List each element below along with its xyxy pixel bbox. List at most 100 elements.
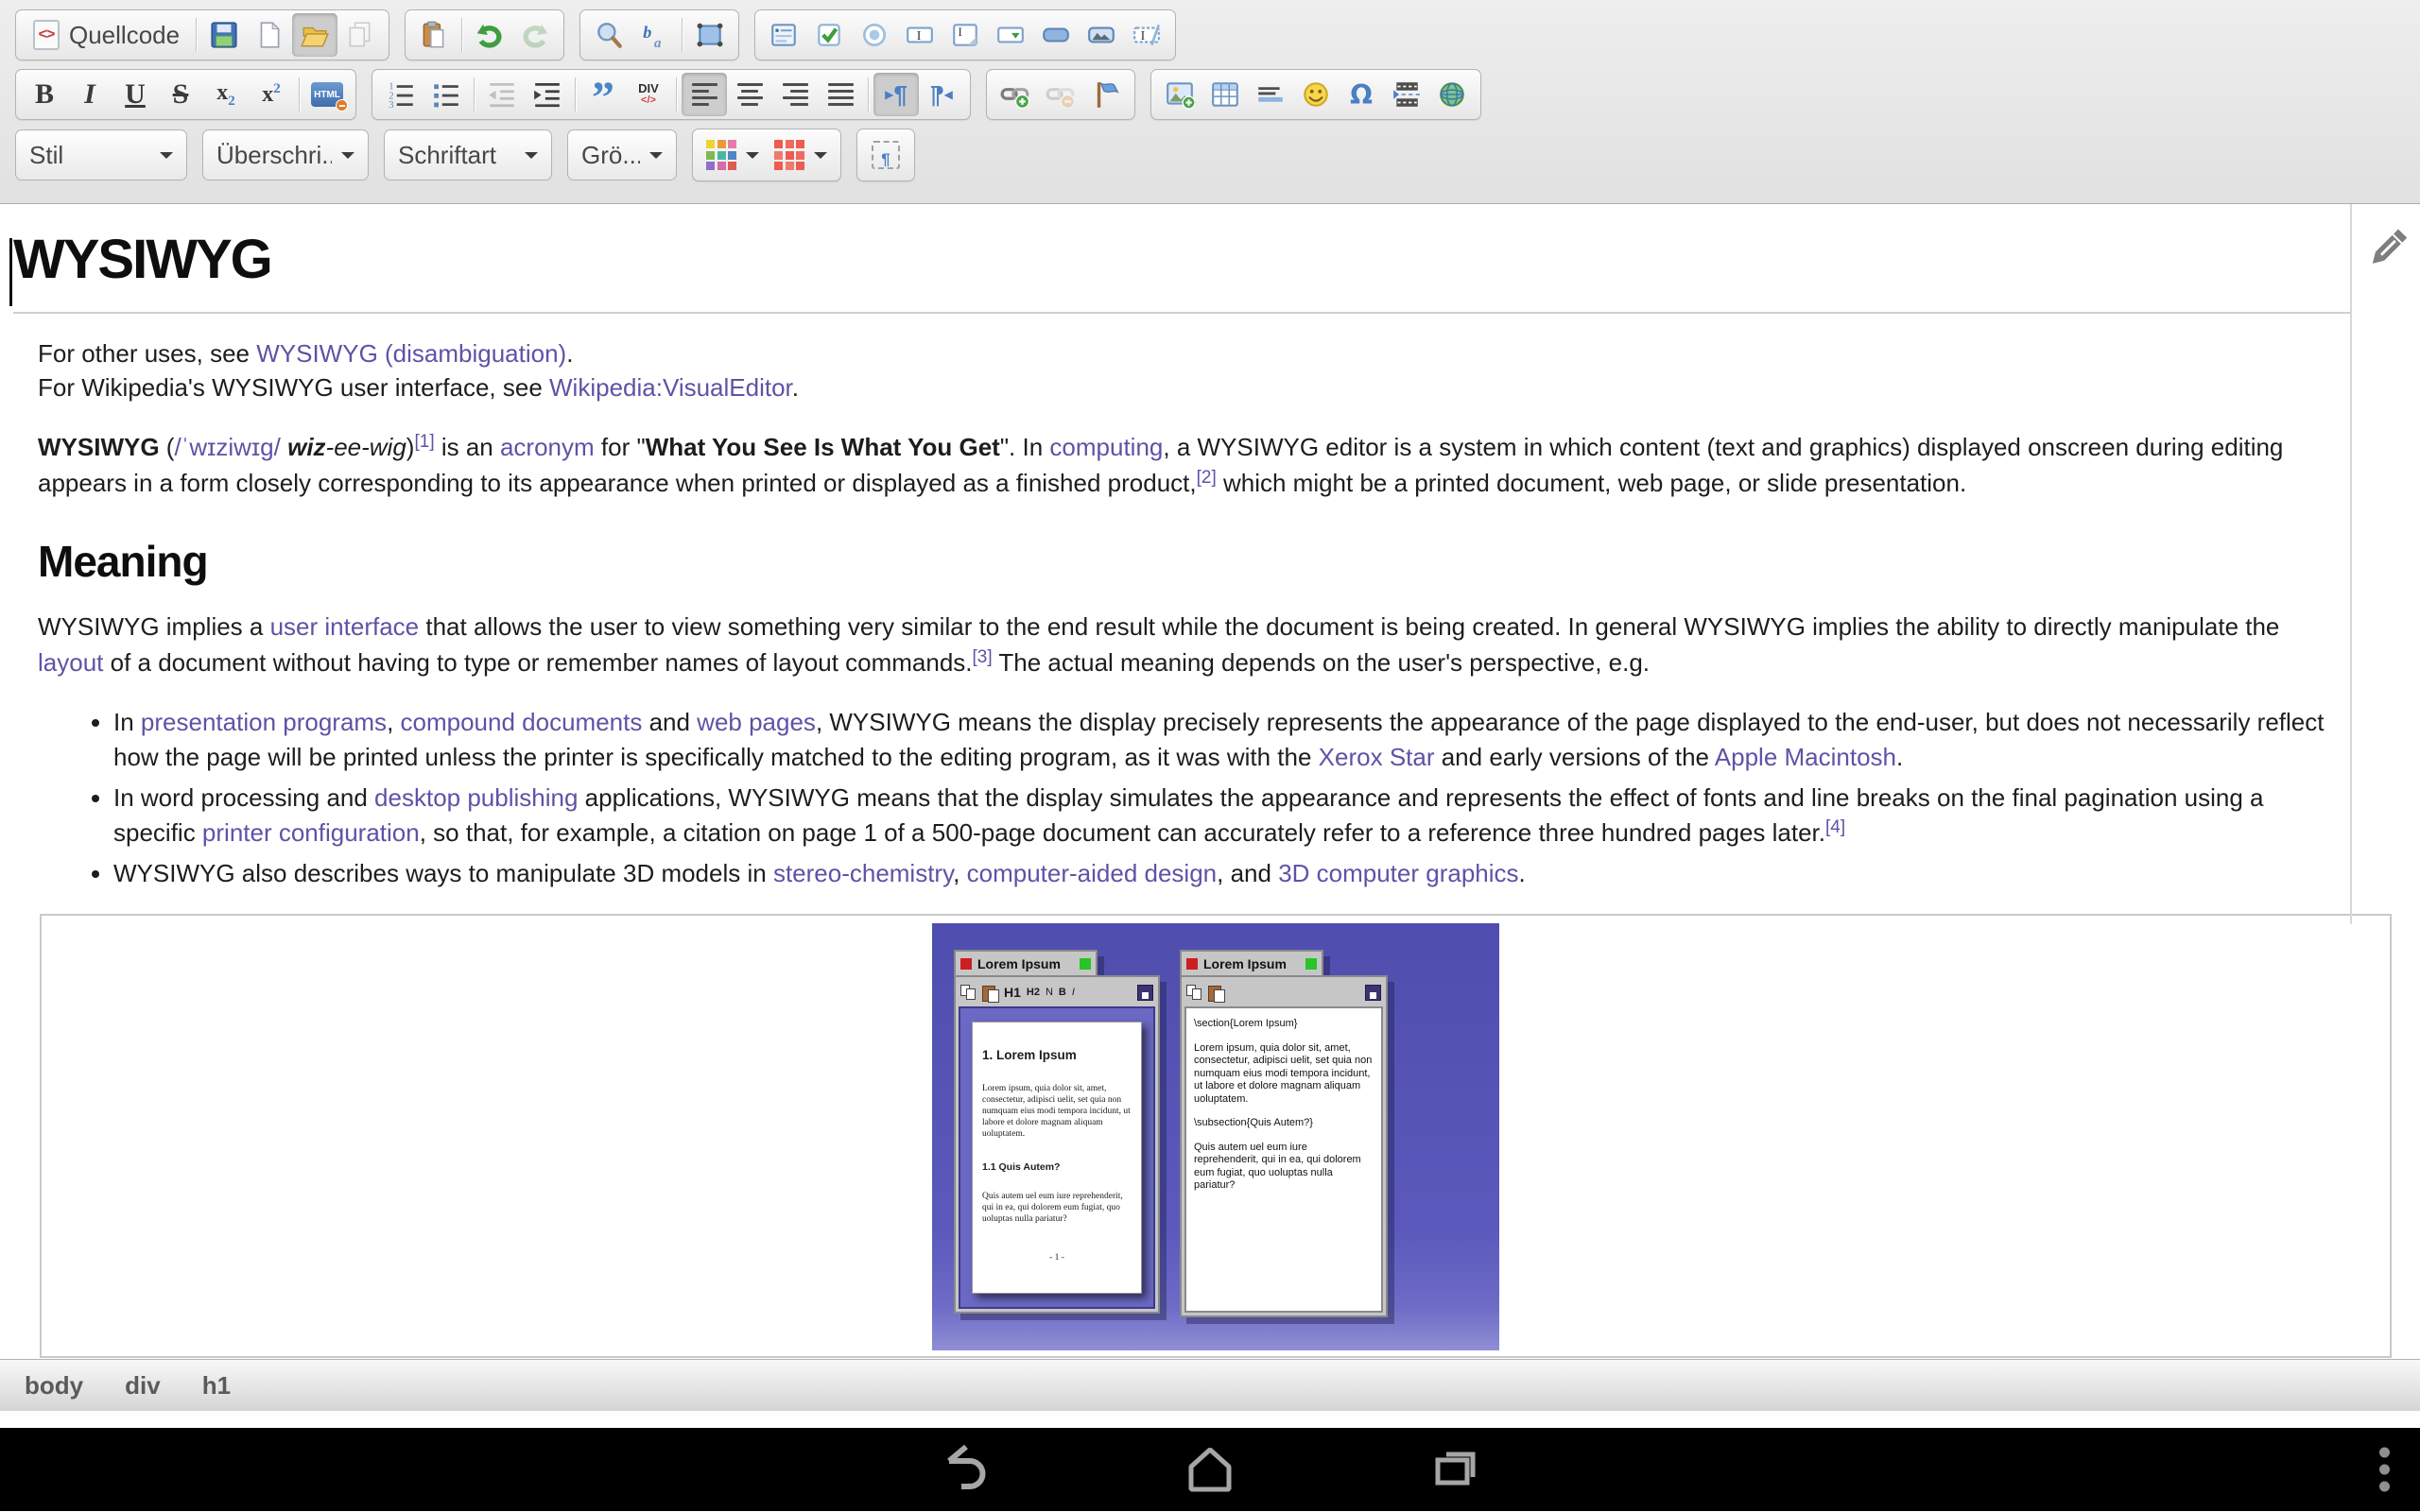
page-break-button[interactable] — [1384, 73, 1429, 116]
content-link[interactable]: Wikipedia:VisualEditor — [549, 373, 792, 402]
anchor-button[interactable] — [1083, 73, 1129, 116]
content-link[interactable]: printer configuration — [202, 818, 420, 847]
undo-button[interactable] — [467, 13, 512, 57]
superscript-button[interactable]: x2 — [249, 73, 294, 116]
indent-button[interactable] — [525, 73, 570, 116]
content-link[interactable]: layout — [38, 648, 103, 677]
separator — [868, 77, 869, 112]
blockquote-icon: ” — [592, 79, 614, 110]
content-link[interactable]: desktop publishing — [374, 783, 578, 812]
replace-button[interactable]: ba — [631, 13, 677, 57]
find-button[interactable] — [586, 13, 631, 57]
size-dropdown[interactable]: Grö... — [567, 129, 677, 180]
textarea-button[interactable]: I — [942, 13, 988, 57]
path-item-h1[interactable]: h1 — [202, 1371, 231, 1400]
content-link[interactable]: [1] — [414, 432, 434, 452]
templates-button[interactable] — [292, 13, 337, 57]
bulleted-list-button[interactable] — [424, 73, 469, 116]
font-dropdown[interactable]: Schriftart — [384, 129, 552, 180]
bidi-ltr-button[interactable]: ▶¶ — [873, 73, 919, 116]
content-link[interactable]: computing — [1049, 433, 1163, 461]
blockquote-button[interactable]: ” — [580, 73, 626, 116]
strikethrough-button[interactable]: S — [158, 73, 203, 116]
content-link[interactable]: user interface — [270, 612, 420, 641]
content-link[interactable]: Apple Macintosh — [1715, 743, 1896, 771]
form-button[interactable] — [761, 13, 806, 57]
style-dropdown[interactable]: Stil — [15, 129, 187, 180]
content-link[interactable]: /ˈwɪziwɪg/ — [174, 433, 280, 461]
link-button[interactable] — [993, 73, 1038, 116]
content-link[interactable]: [3] — [973, 647, 993, 667]
content-link[interactable]: web pages — [697, 708, 816, 736]
select-field-button[interactable] — [988, 13, 1033, 57]
insert-table-button[interactable] — [1202, 73, 1248, 116]
list-item[interactable]: WYSIWYG also describes ways to manipulat… — [113, 856, 2346, 891]
content-link[interactable]: WYSIWYG (disambiguation) — [256, 339, 566, 368]
content-link[interactable]: compound documents — [401, 708, 643, 736]
new-page-button[interactable] — [247, 13, 292, 57]
edit-pencil-button[interactable] — [2361, 223, 2412, 274]
underline-button[interactable]: U — [112, 73, 158, 116]
bold-button[interactable]: B — [22, 73, 67, 116]
home-button[interactable] — [1180, 1441, 1240, 1498]
align-left-button[interactable] — [682, 73, 727, 116]
horizontal-rule-button[interactable] — [1248, 73, 1293, 116]
text-color-button[interactable] — [699, 133, 767, 177]
window-toolbar — [1184, 980, 1383, 1005]
toolbar-row-2: B I U S x2 x2 HTML 123 — [15, 69, 2407, 120]
special-char-button[interactable]: Ω — [1339, 73, 1384, 116]
list-item[interactable]: In word processing and desktop publishin… — [113, 781, 2346, 850]
meaning-paragraph[interactable]: WYSIWYG implies a user interface that al… — [38, 609, 2346, 680]
format-dropdown[interactable]: Überschri... — [202, 129, 369, 180]
content-link[interactable]: stereo-chemistry — [773, 859, 953, 887]
content-link[interactable]: [2] — [1197, 468, 1217, 488]
text-field-button[interactable]: I — [897, 13, 942, 57]
hidden-field-button[interactable]: I — [1124, 13, 1169, 57]
bidi-rtl-button[interactable]: ¶◀ — [919, 73, 964, 116]
italic-button[interactable]: I — [67, 73, 112, 116]
numbered-list-button[interactable]: 123 — [378, 73, 424, 116]
hatnote-line[interactable]: For Wikipedia's WYSIWYG user interface, … — [38, 370, 2346, 404]
iframe-button[interactable] — [1429, 73, 1475, 116]
paste-button[interactable] — [411, 13, 457, 57]
background-color-button[interactable] — [767, 133, 835, 177]
path-item-body[interactable]: body — [25, 1371, 83, 1400]
align-center-button[interactable] — [727, 73, 772, 116]
image-button-button[interactable] — [1079, 13, 1124, 57]
button-field-button[interactable] — [1033, 13, 1079, 57]
radio-button[interactable] — [852, 13, 897, 57]
section-heading[interactable]: Meaning — [38, 539, 2346, 584]
lead-paragraph[interactable]: WYSIWYG (/ˈwɪziwɪg/ wiz-ee-wig)[1] is an… — [38, 429, 2346, 501]
content-link[interactable]: 3D computer graphics — [1278, 859, 1518, 887]
align-justify-button[interactable] — [818, 73, 863, 116]
hatnote-line[interactable]: For other uses, see WYSIWYG (disambiguat… — [38, 336, 2346, 370]
text-run: for " — [595, 433, 646, 461]
path-item-div[interactable]: div — [125, 1371, 161, 1400]
subscript-button[interactable]: x2 — [203, 73, 249, 116]
document-title[interactable]: WYSIWYG — [13, 232, 2351, 314]
bold-icon: B — [35, 80, 54, 109]
content-link[interactable]: presentation programs — [141, 708, 387, 736]
back-button[interactable] — [934, 1441, 994, 1498]
document-editing-area[interactable]: WYSIWYG For other uses, see WYSIWYG (dis… — [0, 204, 2420, 1359]
list-item[interactable]: In presentation programs, compound docum… — [113, 705, 2346, 775]
show-blocks-button[interactable]: ¶ — [863, 133, 908, 177]
save-button[interactable] — [201, 13, 247, 57]
bottom-gap — [0, 1411, 2420, 1428]
recent-apps-button[interactable] — [1426, 1441, 1486, 1498]
remove-format-button[interactable]: HTML — [304, 73, 350, 116]
overflow-menu-button[interactable] — [2379, 1448, 2390, 1492]
select-all-button[interactable] — [687, 13, 733, 57]
smiley-button[interactable] — [1293, 73, 1339, 116]
content-link[interactable]: [4] — [1825, 817, 1845, 837]
source-button[interactable]: <> Quellcode — [22, 13, 191, 57]
content-link[interactable]: Xerox Star — [1319, 743, 1435, 771]
text-run: and — [642, 708, 697, 736]
checkbox-button[interactable] — [806, 13, 852, 57]
content-link[interactable]: acronym — [500, 433, 595, 461]
insert-image-button[interactable] — [1157, 73, 1202, 116]
align-right-button[interactable] — [772, 73, 818, 116]
wysiwyg-illustration[interactable]: Lorem Ipsum H1 H2 N B I — [932, 923, 1499, 1350]
content-link[interactable]: computer-aided design — [967, 859, 1218, 887]
div-container-button[interactable]: DIV</> — [626, 73, 671, 116]
